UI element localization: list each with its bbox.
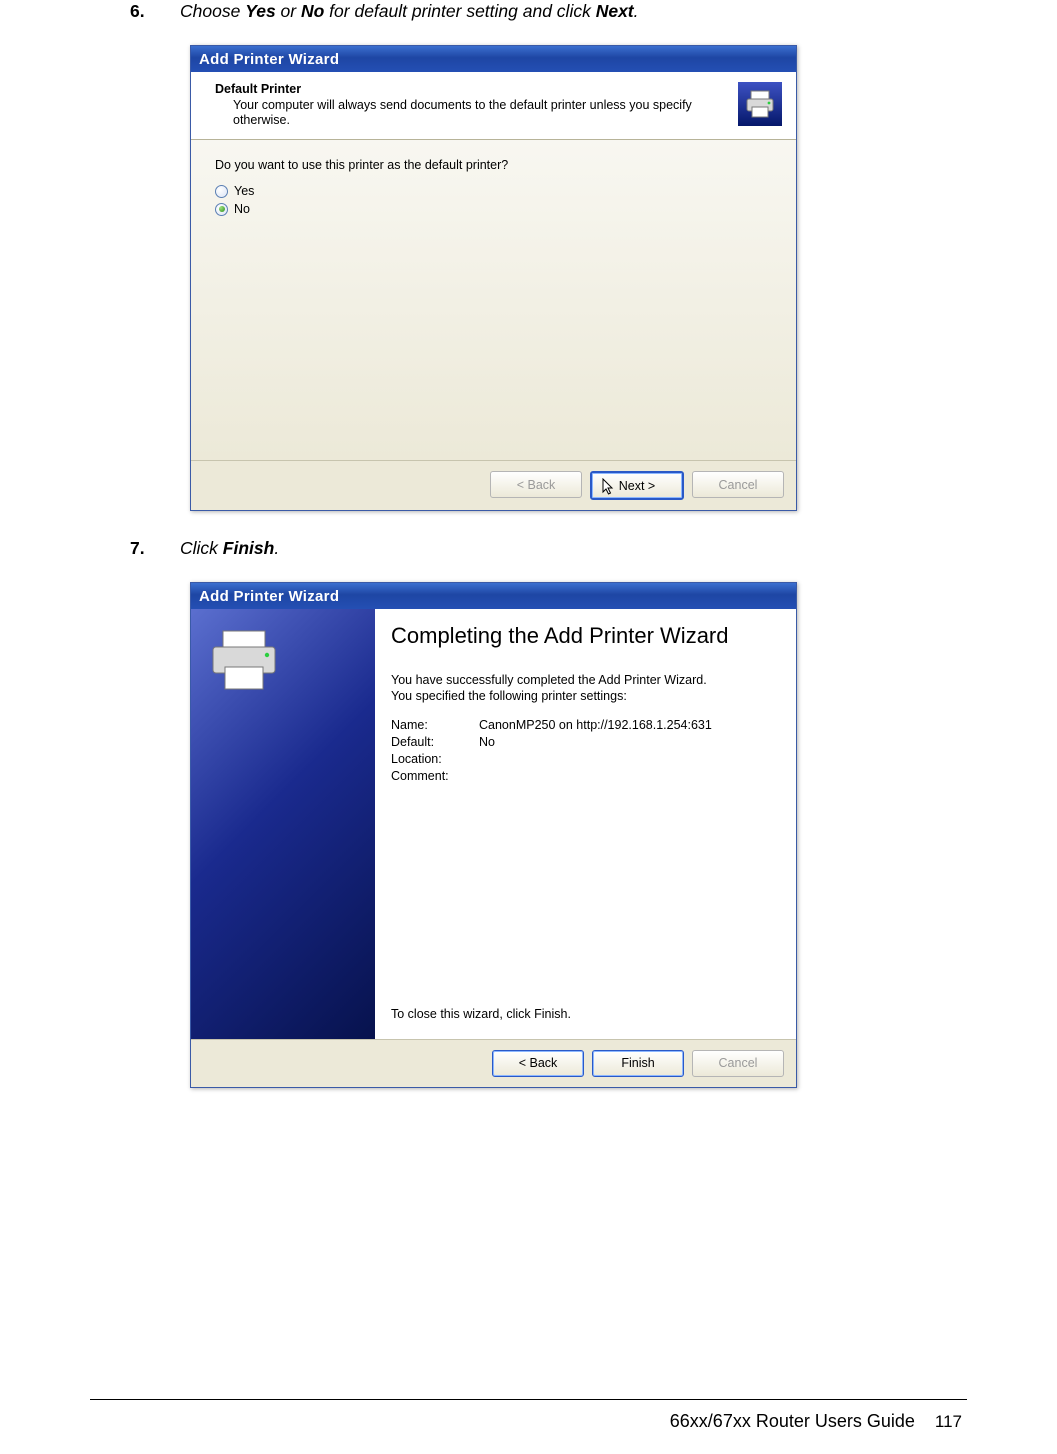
radio-no[interactable] bbox=[215, 203, 228, 216]
footer-guide: 66xx/67xx Router Users Guide bbox=[670, 1411, 915, 1432]
kv-comment: Comment: bbox=[391, 769, 782, 783]
printer-icon bbox=[738, 82, 782, 126]
step-number: 6. bbox=[130, 0, 158, 23]
back-button[interactable]: < Back bbox=[492, 1050, 584, 1077]
button-row: < Back Finish Cancel bbox=[191, 1039, 796, 1087]
footer-page-number: 117 bbox=[935, 1412, 962, 1432]
radio-yes[interactable] bbox=[215, 185, 228, 198]
kv-name: Name:CanonMP250 on http://192.168.1.254:… bbox=[391, 718, 782, 732]
cursor-icon bbox=[602, 478, 616, 499]
next-button-label: Next > bbox=[619, 479, 655, 493]
kv-location: Location: bbox=[391, 752, 782, 766]
radio-no-label: No bbox=[234, 202, 250, 216]
wizard-dialog-default-printer: Add Printer Wizard Default Printer Your … bbox=[190, 45, 797, 511]
step-7: 7. Click Finish. bbox=[130, 537, 937, 560]
finish-button[interactable]: Finish bbox=[592, 1050, 684, 1077]
next-button[interactable]: Next > bbox=[590, 471, 684, 500]
button-row: < Back Next > Cancel bbox=[191, 460, 796, 510]
printer-large-icon bbox=[205, 627, 283, 696]
step-number: 7. bbox=[130, 537, 158, 560]
radio-no-row[interactable]: No bbox=[215, 202, 772, 216]
cancel-button[interactable]: Cancel bbox=[692, 471, 784, 498]
kv-default: Default:No bbox=[391, 735, 782, 749]
dialog-para-2: You specified the following printer sett… bbox=[391, 689, 627, 703]
radio-yes-row[interactable]: Yes bbox=[215, 184, 772, 198]
wizard-side-graphic bbox=[191, 609, 375, 1039]
dialog-question: Do you want to use this printer as the d… bbox=[215, 158, 772, 172]
titlebar[interactable]: Add Printer Wizard bbox=[191, 46, 796, 72]
dialog-para-1: You have successfully completed the Add … bbox=[391, 673, 707, 687]
titlebar[interactable]: Add Printer Wizard bbox=[191, 583, 796, 609]
step-text: Click Finish. bbox=[180, 537, 279, 560]
page-footer: 66xx/67xx Router Users Guide 117 bbox=[670, 1411, 962, 1432]
dialog-heading: Completing the Add Printer Wizard bbox=[391, 623, 782, 649]
step-text: Choose Yes or No for default printer set… bbox=[180, 0, 639, 23]
back-button[interactable]: < Back bbox=[490, 471, 582, 498]
wizard-dialog-complete: Add Printer Wizard Completing the Add Pr… bbox=[190, 582, 797, 1088]
dialog-heading: Default Printer bbox=[215, 82, 693, 96]
step-6: 6. Choose Yes or No for default printer … bbox=[130, 0, 937, 23]
close-hint: To close this wizard, click Finish. bbox=[391, 1007, 571, 1021]
cancel-button[interactable]: Cancel bbox=[692, 1050, 784, 1077]
radio-yes-label: Yes bbox=[234, 184, 254, 198]
footer-rule bbox=[90, 1399, 967, 1400]
dialog-subheading: Your computer will always send documents… bbox=[233, 98, 693, 129]
